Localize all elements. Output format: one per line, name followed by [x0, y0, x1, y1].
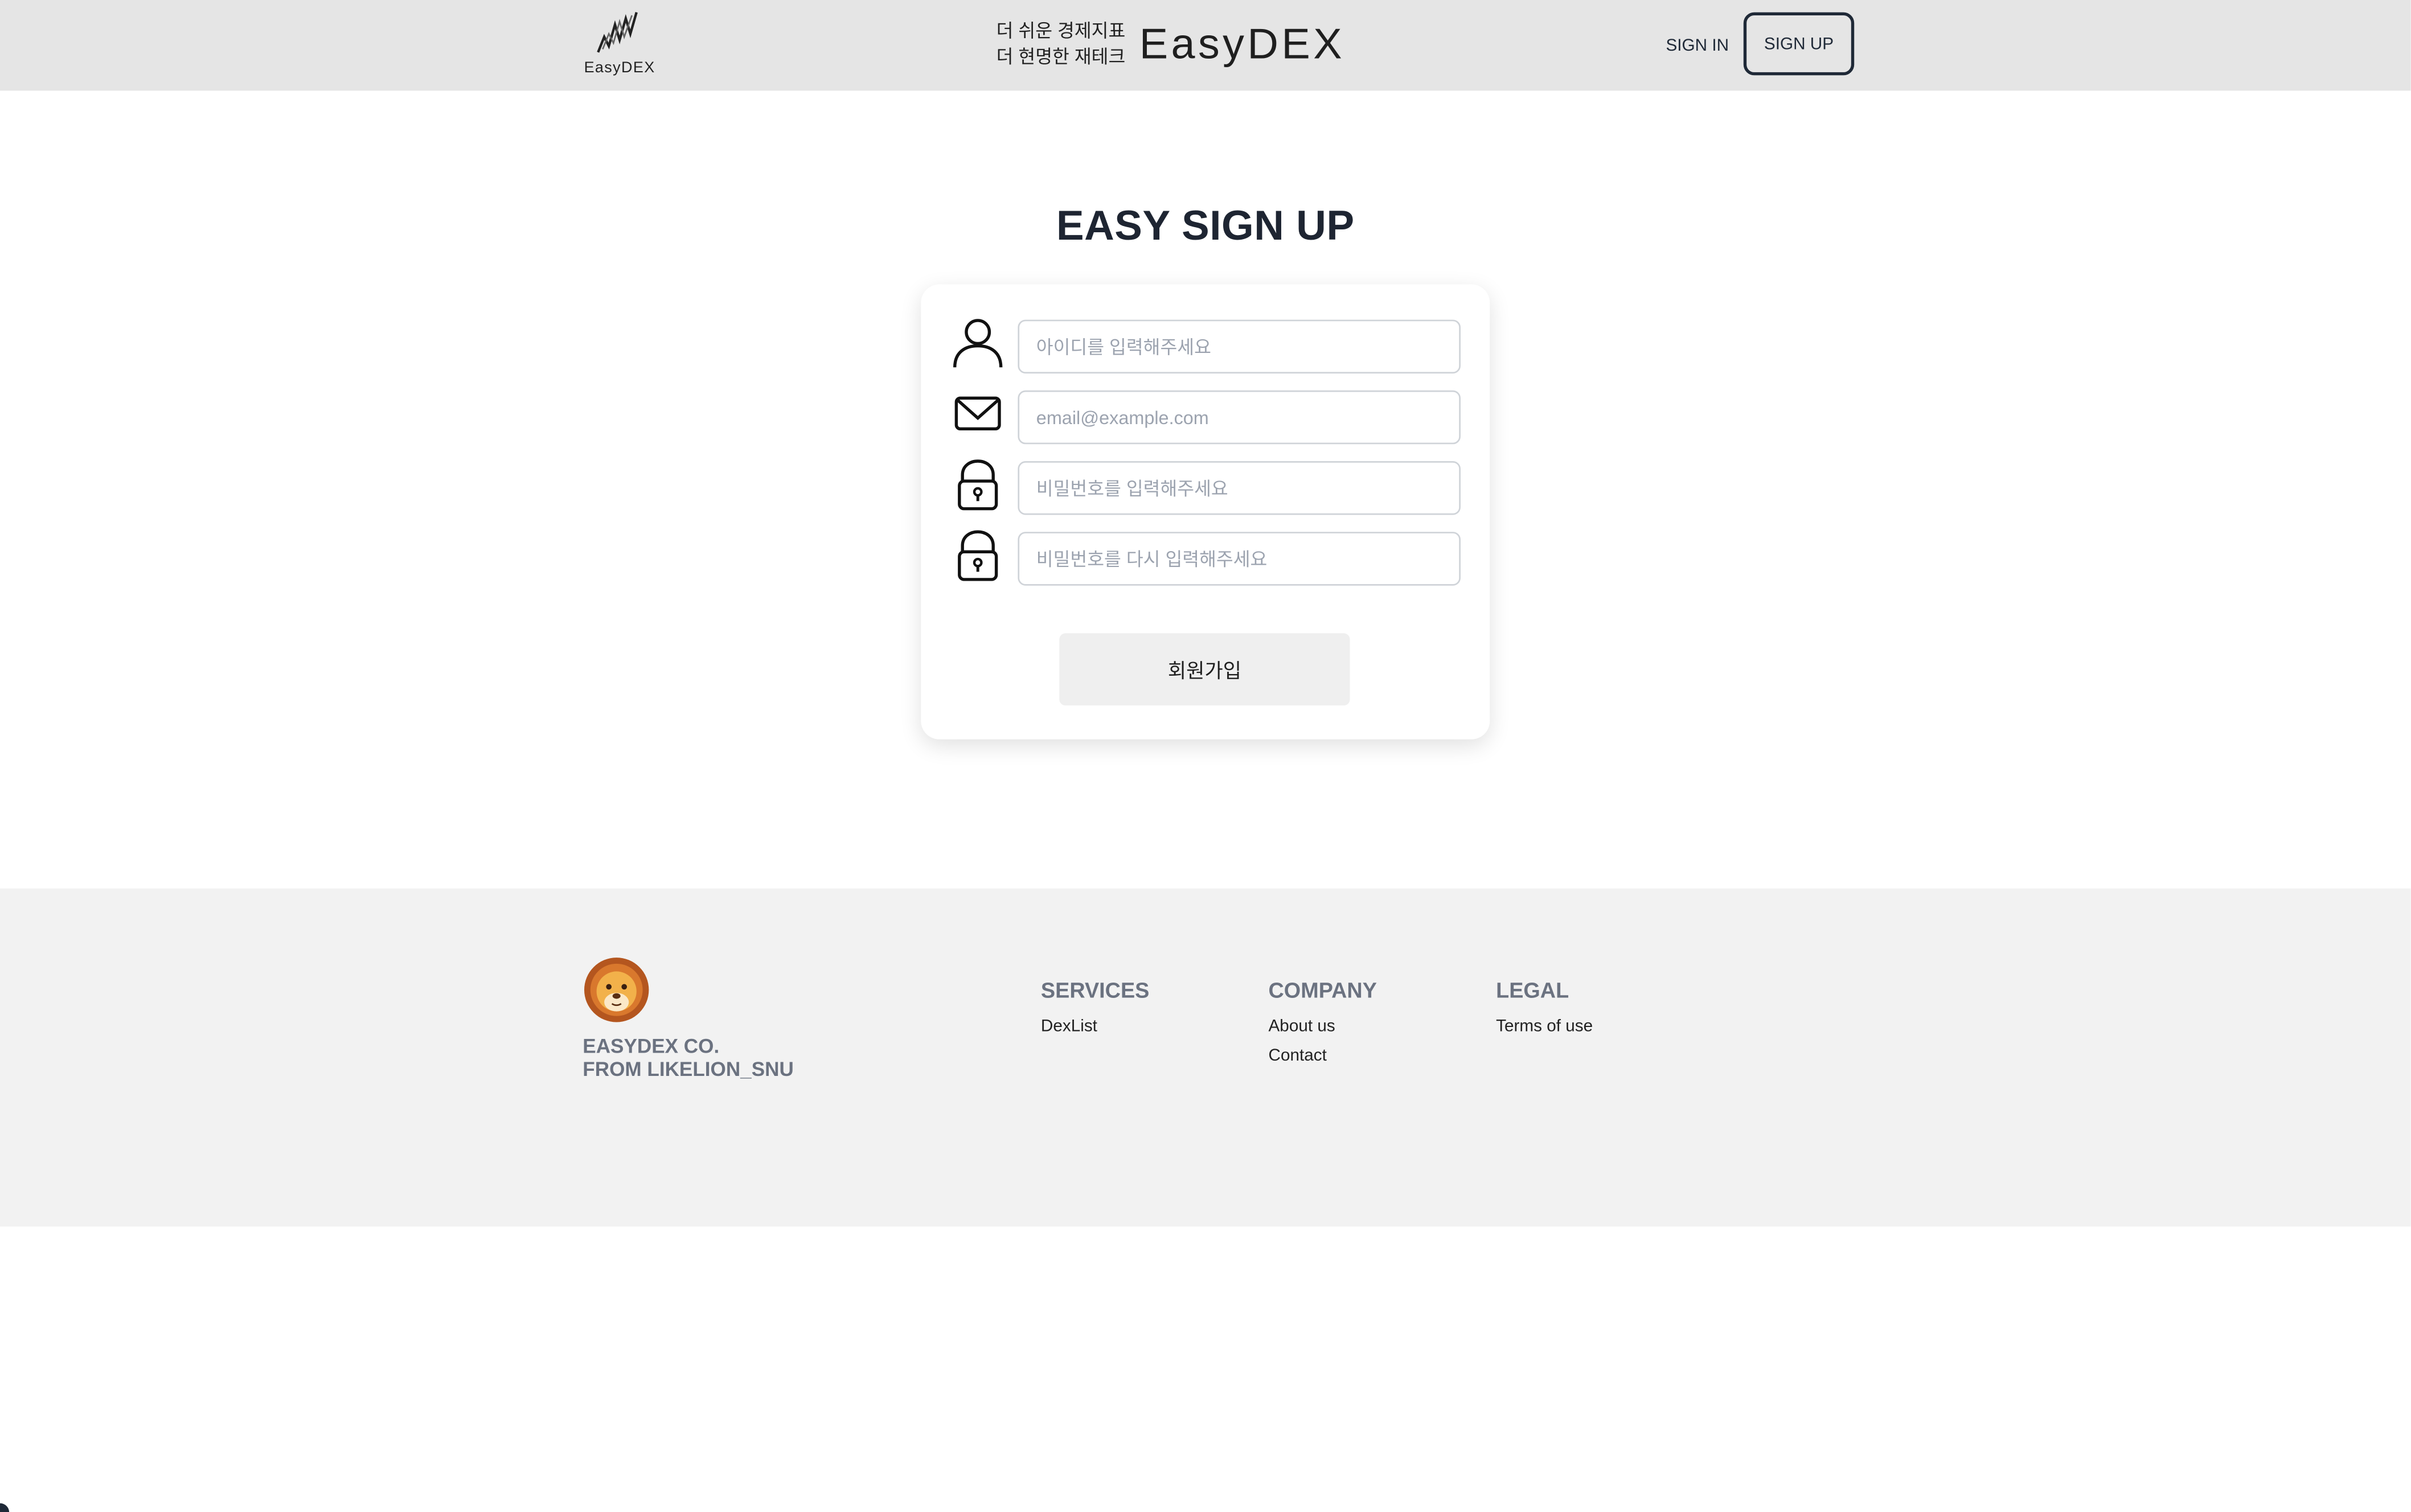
company-name: EASYDEX CO. FROM LIKELION_SNU	[583, 1034, 794, 1080]
company-heading: COMPANY	[1268, 977, 1377, 1002]
link-dexlist[interactable]: DexList	[1041, 1013, 1149, 1042]
username-field[interactable]	[1018, 319, 1461, 374]
email-field[interactable]	[1018, 390, 1461, 445]
lock-icon	[958, 530, 998, 581]
link-contact[interactable]: Contact	[1269, 1042, 1377, 1071]
tagline: 더 쉬운 경제지표 더 현명한 재테크	[997, 18, 1126, 71]
page-title: EASY SIGN UP	[1056, 203, 1355, 249]
top-nav: EasyDEX 더 쉬운 경제지표 더 현명한 재테크 EasyDEX SIGN…	[0, 0, 2411, 91]
page: EasyDEX 더 쉬운 경제지표 더 현명한 재테크 EasyDEX SIGN…	[0, 0, 2411, 1512]
password-confirm-field[interactable]	[1018, 532, 1461, 586]
sign-up-button[interactable]: SIGN UP	[1743, 12, 1855, 76]
corner-decoration	[0, 1503, 10, 1512]
mail-icon	[954, 396, 1001, 431]
company-line-1: EASYDEX CO.	[583, 1034, 720, 1058]
footer-legal: LEGAL Terms of use	[1496, 977, 1593, 1042]
logo-text: EasyDEX	[584, 60, 655, 77]
logo[interactable]: EasyDEX	[583, 9, 657, 80]
footer: EASYDEX CO. FROM LIKELION_SNU SERVICES D…	[0, 888, 2411, 1227]
footer-company: COMPANY About us Contact	[1269, 977, 1377, 1071]
user-icon	[953, 319, 1003, 368]
brand-title[interactable]: EasyDEX	[1139, 20, 1345, 69]
legal-heading: LEGAL	[1496, 977, 1569, 1002]
tagline-line-2: 더 현명한 재테크	[996, 46, 1126, 68]
chart-logo-icon	[597, 12, 638, 53]
link-about-us[interactable]: About us	[1269, 1013, 1377, 1042]
register-button[interactable]: 회원가입	[1059, 633, 1350, 706]
company-line-2: FROM LIKELION_SNU	[583, 1057, 794, 1081]
lion-icon	[584, 958, 649, 1022]
password-field[interactable]	[1018, 461, 1461, 515]
link-terms-of-use[interactable]: Terms of use	[1496, 1013, 1593, 1042]
lock-icon	[958, 459, 998, 511]
services-heading: SERVICES	[1040, 977, 1150, 1002]
sign-in-button[interactable]: SIGN IN	[1658, 31, 1737, 61]
footer-services: SERVICES DexList	[1041, 977, 1149, 1042]
tagline-line-1: 더 쉬운 경제지표	[996, 20, 1126, 42]
signup-form: 회원가입	[921, 284, 1490, 739]
